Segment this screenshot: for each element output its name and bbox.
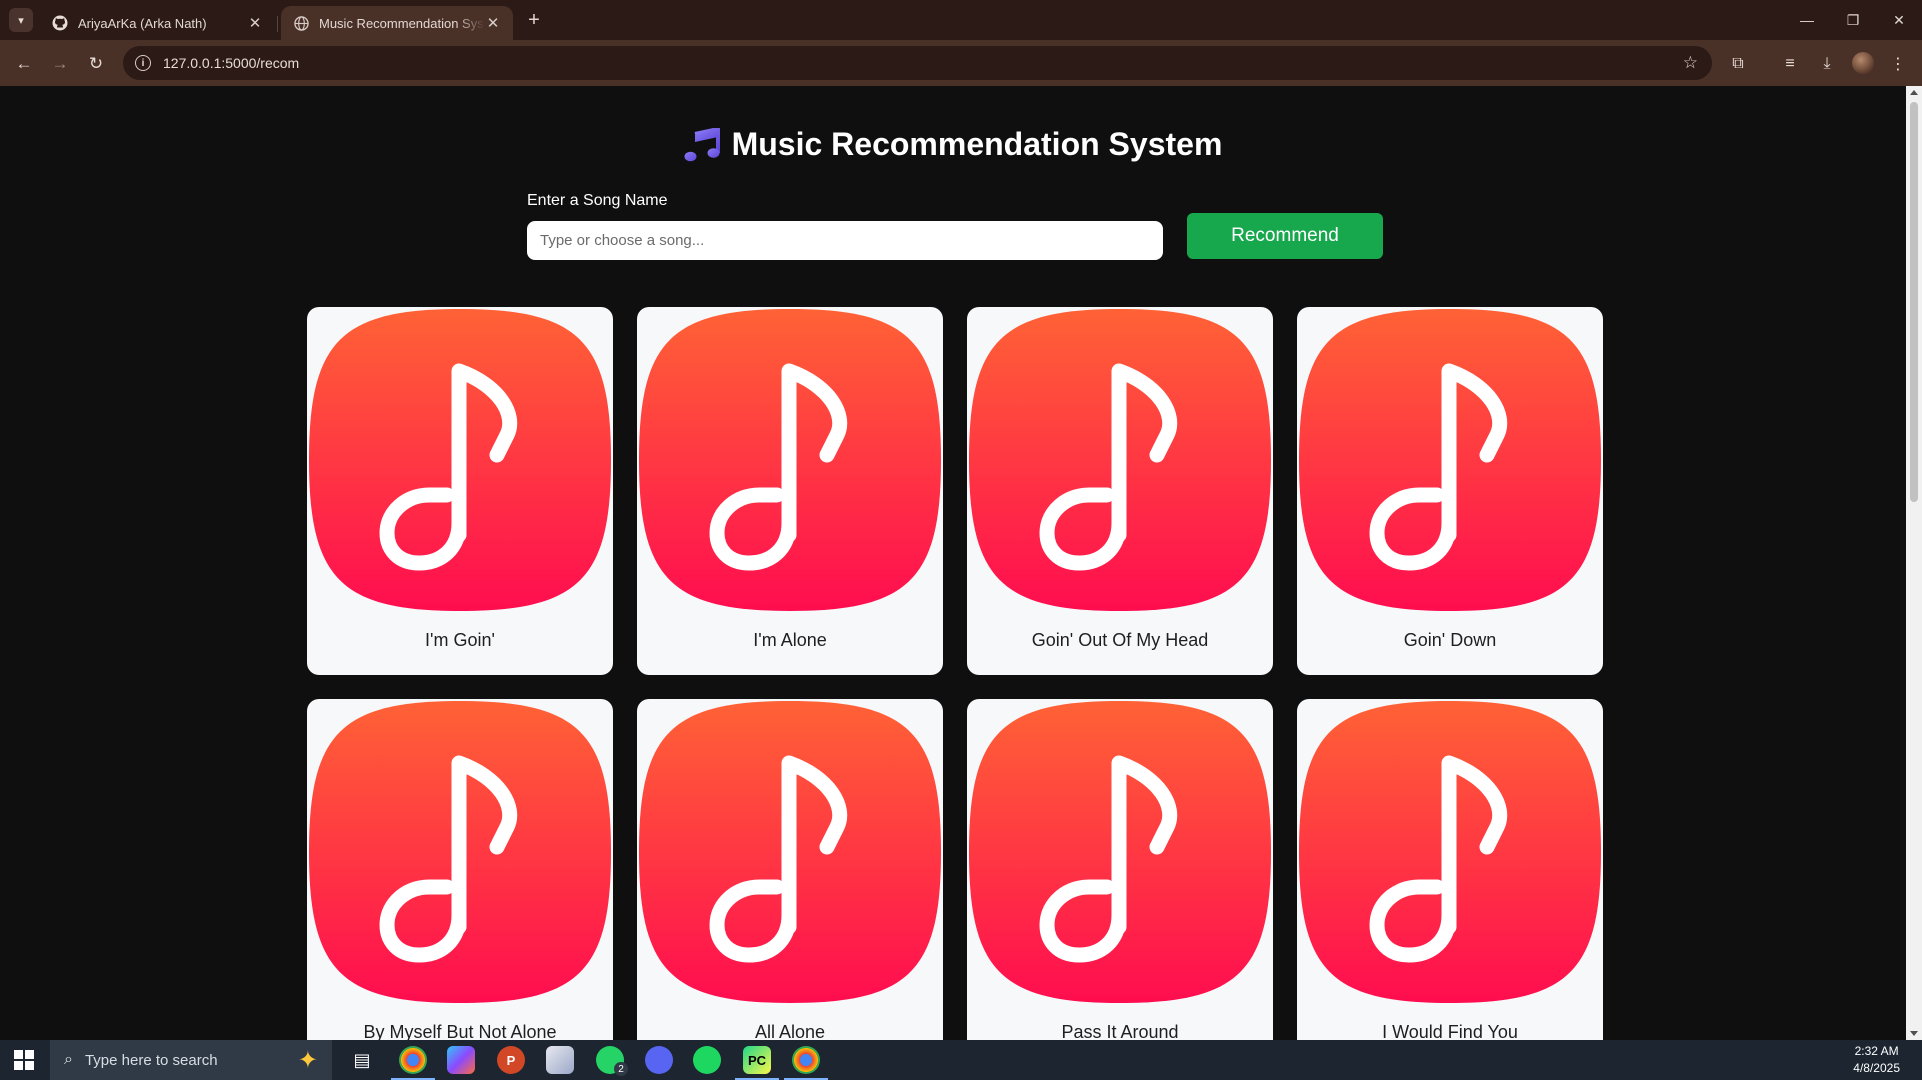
music-app-icon <box>969 309 1271 611</box>
song-title: Goin' Down <box>1403 630 1497 650</box>
song-title: By Myself But Not Alone <box>363 1022 557 1040</box>
close-icon[interactable]: ✕ <box>247 14 263 32</box>
song-card[interactable]: By Myself But Not Alone <box>307 699 613 1040</box>
tab-music-recommendation[interactable]: Music Recommendation System ✕ <box>281 6 513 40</box>
restore-icon: ❐ <box>1846 11 1860 28</box>
sparkle-icon: ✦ <box>297 1047 318 1074</box>
forward-button[interactable]: → <box>47 51 73 77</box>
song-title: Pass It Around <box>1061 1022 1179 1040</box>
page-title: Music Recommendation System <box>0 126 1906 163</box>
music-app-icon <box>1299 309 1601 611</box>
song-card[interactable]: I'm Alone <box>637 307 943 675</box>
windows-start-icon[interactable] <box>14 1050 34 1070</box>
close-window-button[interactable]: ✕ <box>1876 6 1922 34</box>
address-bar[interactable]: i 127.0.0.1:5000/recom ☆ <box>123 46 1712 80</box>
globe-icon <box>293 15 309 31</box>
music-app-icon <box>1299 701 1601 1003</box>
page-scrollbar[interactable] <box>1906 86 1922 1040</box>
song-card[interactable]: Goin' Out Of My Head <box>967 307 1273 675</box>
music-note-icon <box>684 127 722 162</box>
song-title: I'm Alone <box>753 630 827 650</box>
scroll-down-icon[interactable] <box>1910 1031 1918 1036</box>
whatsapp-icon[interactable]: 2 <box>596 1046 628 1076</box>
app-icon[interactable] <box>546 1046 574 1074</box>
chrome-icon[interactable] <box>391 1046 435 1080</box>
close-icon: ✕ <box>1893 11 1905 28</box>
recommend-button[interactable]: Recommend <box>1187 213 1383 259</box>
notification-badge: 2 <box>614 1062 628 1076</box>
song-title: I'm Goin' <box>425 630 495 650</box>
plus-icon: + <box>528 8 540 31</box>
chrome-profile-icon[interactable] <box>784 1046 828 1080</box>
music-app-icon <box>639 309 941 611</box>
tab-title: AriyaArKa (Arka Nath) <box>78 15 207 31</box>
pycharm-letters: PC <box>747 1052 767 1068</box>
arrow-right-icon: → <box>51 54 69 73</box>
restore-button[interactable]: ❐ <box>1830 6 1876 34</box>
reload-button[interactable]: ↻ <box>83 51 109 77</box>
copilot-icon[interactable] <box>447 1046 475 1074</box>
browser-tab-strip: ▾ AriyaArKa (Arka Nath) ✕ Music Recommen… <box>0 0 1922 40</box>
download-icon[interactable]: ⤓ <box>1815 52 1839 76</box>
scrollbar-thumb[interactable] <box>1910 102 1918 502</box>
arrow-left-icon: ← <box>15 54 33 73</box>
more-menu-icon[interactable]: ⋮ <box>1886 52 1910 76</box>
github-icon <box>52 15 68 31</box>
music-app-icon <box>309 309 611 611</box>
bookmark-star-icon[interactable]: ☆ <box>1683 53 1698 73</box>
song-card[interactable]: All Alone <box>637 699 943 1040</box>
song-card[interactable]: I Would Find You <box>1297 699 1603 1040</box>
system-clock[interactable]: 2:32 AM 4/8/2025 <box>1853 1043 1900 1077</box>
search-icon: ⌕ <box>64 1051 73 1068</box>
music-app-icon <box>639 701 941 1003</box>
new-tab-button[interactable]: + <box>522 8 546 32</box>
music-app-icon <box>309 701 611 1003</box>
discord-icon[interactable] <box>645 1046 673 1074</box>
back-button[interactable]: ← <box>11 51 37 77</box>
taskbar-search-placeholder: Type here to search <box>84 1051 218 1069</box>
extensions-icon[interactable]: ⧉ <box>1726 52 1750 76</box>
task-view-icon[interactable]: ▤ <box>348 1046 376 1074</box>
profile-avatar[interactable] <box>1852 52 1874 74</box>
browser-toolbar: ← → ↻ i 127.0.0.1:5000/recom ☆ ⧉ ≡ ⤓ ⋮ <box>0 40 1922 86</box>
tab-divider <box>277 16 278 32</box>
tab-search-button[interactable]: ▾ <box>9 8 33 32</box>
song-card[interactable]: Goin' Down <box>1297 307 1603 675</box>
site-info-icon[interactable]: i <box>135 55 151 71</box>
pycharm-icon[interactable]: PC <box>735 1046 779 1080</box>
spotify-icon[interactable] <box>693 1046 721 1074</box>
clock-time: 2:32 AM <box>1854 1044 1899 1058</box>
windows-taskbar: ⌕ Type here to search ✦ ▤ P 2 PC 2:32 AM… <box>0 1040 1922 1080</box>
music-app-icon <box>969 701 1271 1003</box>
song-card[interactable]: Pass It Around <box>967 699 1273 1040</box>
song-title: Goin' Out Of My Head <box>1031 630 1209 650</box>
close-icon[interactable]: ✕ <box>485 14 501 32</box>
powerpoint-letter: P <box>506 1052 516 1068</box>
song-search-input[interactable] <box>527 221 1163 260</box>
clock-date: 4/8/2025 <box>1853 1061 1900 1075</box>
media-controls-icon[interactable]: ≡ <box>1778 52 1802 76</box>
tab-github[interactable]: AriyaArKa (Arka Nath) ✕ <box>40 6 275 40</box>
url-text: 127.0.0.1:5000/recom <box>163 55 300 71</box>
minimize-icon: — <box>1800 12 1814 28</box>
minimize-button[interactable]: — <box>1784 6 1830 34</box>
song-title: All Alone <box>754 1022 826 1040</box>
song-title: I Would Find You <box>1382 1022 1518 1040</box>
song-card[interactable]: I'm Goin' <box>307 307 613 675</box>
chevron-down-icon: ▾ <box>18 14 24 27</box>
song-input-label: Enter a Song Name <box>527 192 668 209</box>
page-viewport: Music Recommendation System Enter a Song… <box>0 86 1906 1040</box>
scroll-up-icon[interactable] <box>1910 90 1918 95</box>
reload-icon: ↻ <box>88 54 104 73</box>
tab-title: Music Recommendation System <box>319 15 485 31</box>
taskbar-search[interactable]: ⌕ Type here to search ✦ <box>50 1040 332 1080</box>
page-title-text: Music Recommendation System <box>731 126 1223 162</box>
powerpoint-icon[interactable]: P <box>497 1046 525 1074</box>
